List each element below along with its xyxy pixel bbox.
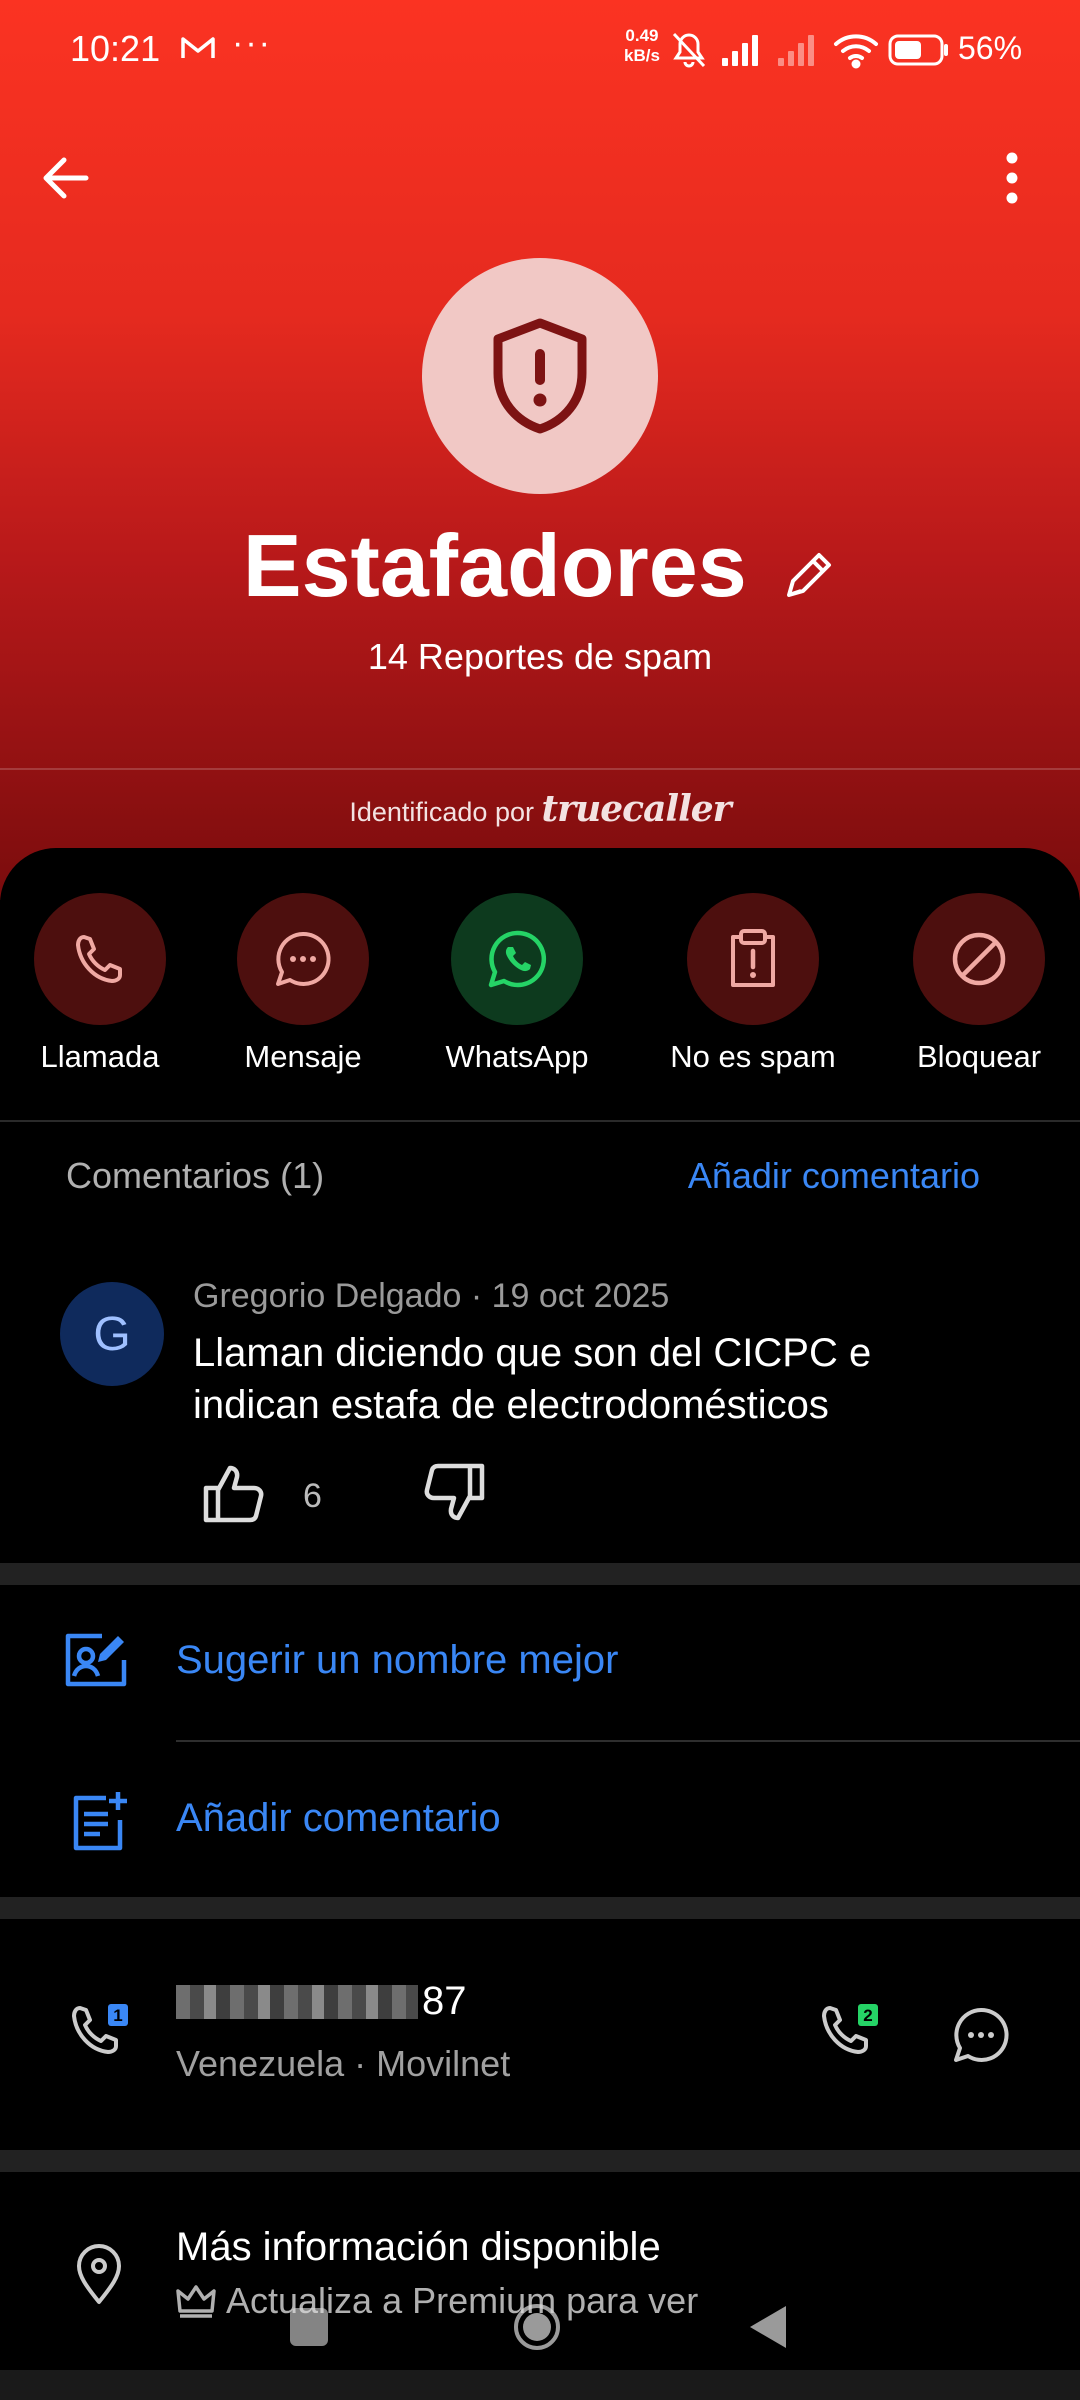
mute-icon [672, 32, 706, 68]
comment-meta: Gregorio Delgado · 19 oct 2025 [193, 1277, 670, 1315]
truecaller-logo: truecaller [541, 788, 731, 830]
wifi-icon [834, 34, 878, 69]
home-button[interactable] [512, 2302, 562, 2352]
like-count: 6 [303, 1477, 322, 1515]
comments-header: Comentarios (1) [66, 1155, 325, 1196]
block-icon [952, 932, 1006, 986]
status-time: 10:21 [70, 28, 161, 69]
svg-text:1: 1 [113, 2006, 122, 2025]
battery-percent: 56% [958, 30, 1023, 66]
svg-text:2: 2 [863, 2006, 872, 2025]
hero-divider [0, 768, 1080, 770]
block-action[interactable]: Bloquear [879, 893, 1079, 1075]
phone-icon [76, 935, 122, 983]
thumbs-down-icon[interactable] [420, 1462, 486, 1529]
add-comment-icon [70, 1790, 132, 1857]
edit-name-icon[interactable] [781, 522, 837, 624]
shield-warning-icon [493, 318, 587, 434]
contact-name: Estafadores [0, 515, 1080, 624]
network-speed: 0.49 kB/s [624, 26, 660, 65]
signal-1-icon [722, 35, 758, 66]
commenter-avatar: G [60, 1282, 164, 1386]
action-label: Llamada [40, 1039, 160, 1074]
message-icon [276, 931, 331, 986]
section-divider [0, 1563, 1080, 1585]
message-action[interactable]: Mensaje [203, 893, 403, 1075]
sms-icon[interactable] [950, 2004, 1012, 2071]
action-label: No es spam [670, 1039, 836, 1074]
comment-text: Llaman diciendo que son del CICPC e indi… [193, 1331, 872, 1427]
phone-number: 87 [176, 1979, 467, 2024]
identified-by: Identificado por truecaller [349, 788, 731, 830]
suggest-name-link[interactable]: Sugerir un nombre mejor [176, 1638, 618, 1683]
status-icons [672, 30, 956, 75]
action-label: WhatsApp [445, 1039, 589, 1074]
divider [176, 1740, 1080, 1742]
whatsapp-action[interactable]: WhatsApp [417, 893, 617, 1075]
section-divider [0, 1897, 1080, 1919]
redacted-number [176, 1984, 418, 2019]
recents-button[interactable] [290, 2308, 328, 2346]
suggest-name-icon [62, 1630, 130, 1695]
call-sim2-icon[interactable]: 2 [818, 2000, 882, 2069]
more-notifications-icon: ··· [232, 24, 272, 62]
section-divider [0, 2150, 1080, 2172]
status-bar: 10:21 ··· 0.49 kB/s 56% [0, 0, 1080, 100]
add-comment-row-link[interactable]: Añadir comentario [176, 1796, 501, 1841]
action-label: Mensaje [244, 1039, 362, 1074]
spam-reports-count: 14 Reportes de spam [367, 636, 713, 677]
divider [0, 1120, 1080, 1122]
back-nav-button[interactable] [748, 2304, 788, 2355]
bottom-divider [0, 2370, 1080, 2400]
report-icon [731, 929, 775, 987]
system-nav-bar [0, 2290, 1080, 2370]
more-info-title: Más información disponible [176, 2225, 661, 2269]
action-label: Bloquear [916, 1039, 1042, 1074]
whatsapp-icon [488, 930, 547, 988]
call-sim1-icon[interactable]: 1 [68, 2000, 132, 2069]
add-comment-link[interactable]: Añadir comentario [688, 1155, 980, 1197]
call-action[interactable]: Llamada [0, 893, 200, 1075]
battery-icon [888, 34, 948, 66]
thumbs-up-icon[interactable] [202, 1462, 268, 1529]
spam-avatar [422, 258, 658, 494]
not-spam-action[interactable]: No es spam [653, 893, 853, 1075]
more-options-icon[interactable] [990, 148, 1034, 208]
gmail-icon [180, 34, 216, 67]
back-icon[interactable] [38, 150, 94, 206]
phone-carrier: Venezuela · Movilnet [176, 2043, 511, 2084]
signal-2-icon [778, 35, 814, 66]
